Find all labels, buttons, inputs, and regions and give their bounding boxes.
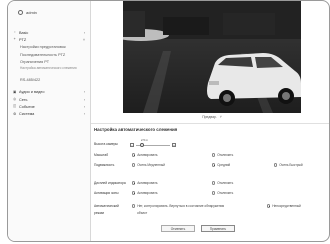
camera-height-slider[interactable]: − 2.5 m + <box>130 138 180 148</box>
section-title: Настройка автоматического слежения <box>94 127 178 132</box>
chevron-right-icon: › <box>83 90 85 95</box>
cancel-button[interactable]: Отменить <box>161 225 195 232</box>
radio-button[interactable] <box>267 204 271 208</box>
video-icon: ▣ <box>13 89 17 94</box>
auto-mode-return-option[interactable]: Нет, контролировать. Вернуться в состоян… <box>132 204 224 208</box>
indicator-off-option[interactable]: Отключить <box>212 181 233 185</box>
zone-off-option[interactable]: Отключить <box>212 191 233 195</box>
auto-mode-direct-option[interactable]: Непосредственный <box>267 204 301 208</box>
sensitivity-slow-option[interactable]: Очень Медленный <box>132 163 165 167</box>
radio-button[interactable] <box>132 204 136 208</box>
user-name: admin <box>26 10 37 15</box>
user-info[interactable]: admin <box>18 10 37 15</box>
zoom-label: Масштаб <box>94 153 109 157</box>
sidebar-subitem-pt-limits[interactable]: Ограничения PT <box>8 58 90 65</box>
chevron-down-icon: ˅ <box>83 38 85 43</box>
row-zone: Активация зоны Активировать Отключить <box>94 191 325 201</box>
sidebar: admin ▫ Basic › + PTZ ˅ Настройки предус… <box>8 1 91 241</box>
sidebar-item-basic[interactable]: ▫ Basic › <box>8 29 90 36</box>
gear-icon: ⚙ <box>13 111 17 116</box>
user-icon <box>18 10 23 15</box>
radio-button[interactable] <box>274 163 278 167</box>
sidebar-subitem-autotracking[interactable]: Настройка автоматического слежения <box>8 65 90 76</box>
row-indicator: Дисплей индикатора Активировать Отключит… <box>94 181 325 187</box>
sidebar-item-av[interactable]: ▣ Аудио и видео › <box>8 89 90 96</box>
sidebar-subitem-sequence[interactable]: Последовательность PTZ <box>8 51 90 58</box>
indicator-on-option[interactable]: Активировать <box>132 181 157 185</box>
sidebar-item-system[interactable]: ⚙ Система › <box>8 111 90 118</box>
sidebar-subitem-rs485[interactable]: RS-485/422 <box>8 76 90 83</box>
auto-mode-subtext: объект <box>137 211 148 215</box>
sidebar-menu: ▫ Basic › + PTZ ˅ Настройки предустаново… <box>8 29 90 118</box>
auto-mode-label: Автоматический режим <box>94 204 119 215</box>
slider-thumb[interactable] <box>140 143 144 148</box>
section-divider <box>91 123 329 124</box>
sidebar-item-event[interactable]: ◫ Событие › <box>8 103 90 110</box>
indicator-label: Дисплей индикатора <box>94 181 126 185</box>
chevron-right-icon: › <box>83 112 85 117</box>
radio-button[interactable] <box>212 153 216 157</box>
sidebar-subitem-presets[interactable]: Настройки предустановок <box>8 44 90 51</box>
sidebar-item-ptz[interactable]: + PTZ ˅ <box>8 36 90 43</box>
radio-button[interactable] <box>212 163 216 167</box>
radio-button[interactable] <box>132 181 136 185</box>
camera-height-label: Высота камеры <box>94 142 118 146</box>
chevron-right-icon: › <box>83 30 85 35</box>
camera-feed-image <box>123 1 301 113</box>
row-zoom: Масштаб Активировать Отключить <box>94 153 325 159</box>
sensitivity-fast-option[interactable]: Очень Быстрый <box>274 163 303 167</box>
preview-control[interactable]: Предвар. ˅ <box>123 113 301 121</box>
chevron-right-icon: › <box>83 105 85 109</box>
row-camera-height: Высота камеры − 2.5 m + <box>94 138 325 150</box>
sensitivity-label: Подвижность <box>94 163 115 167</box>
event-icon: ◫ <box>13 104 17 109</box>
increase-button[interactable]: + <box>172 143 176 147</box>
sidebar-item-network[interactable]: ◎ Сеть › <box>8 96 90 103</box>
radio-button[interactable] <box>132 153 136 157</box>
row-sensitivity: Подвижность Очень Медленный Средний Очен… <box>94 163 325 173</box>
radio-button[interactable] <box>132 163 136 167</box>
action-buttons: Отменить Применить <box>161 225 235 232</box>
zoom-on-option[interactable]: Активировать <box>132 153 157 157</box>
sensitivity-medium-option[interactable]: Средний <box>212 163 230 167</box>
zoom-off-option[interactable]: Отключить <box>212 153 233 157</box>
zone-label: Активация зоны <box>94 191 119 195</box>
radio-button[interactable] <box>212 181 216 185</box>
main-content: Предвар. ˅ Настройка автоматического сле… <box>91 1 329 241</box>
radio-button[interactable] <box>132 191 136 195</box>
zone-on-option[interactable]: Активировать <box>132 191 157 195</box>
apply-button[interactable]: Применить <box>201 225 235 232</box>
plus-icon: + <box>13 37 16 42</box>
chevron-right-icon: › <box>83 97 85 102</box>
camera-preview[interactable] <box>123 1 301 113</box>
row-auto-mode: Автоматический режим Нет, контролировать… <box>94 204 325 220</box>
app-window: admin ▫ Basic › + PTZ ˅ Настройки предус… <box>7 0 330 242</box>
chevron-down-icon: ˅ <box>219 115 222 119</box>
camera-height-value: 2.5 m <box>141 138 148 142</box>
network-icon: ◎ <box>13 96 17 101</box>
radio-button[interactable] <box>212 191 216 195</box>
camera-icon: ▫ <box>14 29 16 34</box>
decrease-button[interactable]: − <box>130 143 134 147</box>
preview-label: Предвар. <box>202 115 217 119</box>
